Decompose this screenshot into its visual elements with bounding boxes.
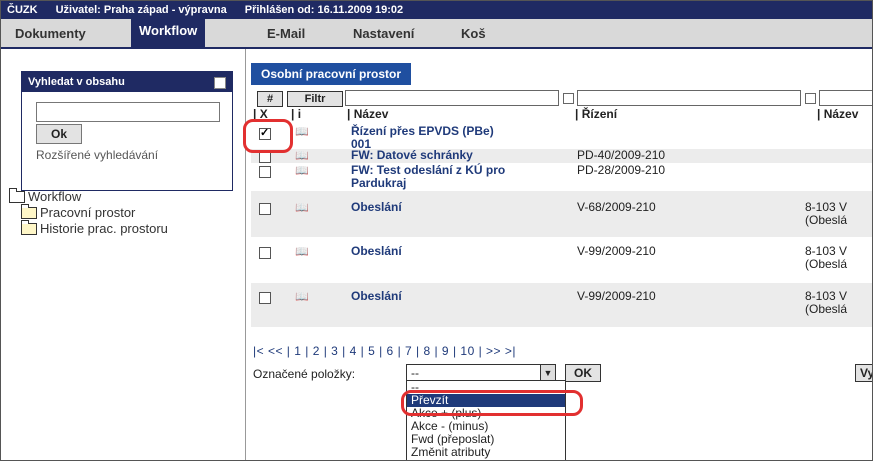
search-panel: Vyhledat v obsahu Ok Rozšířené vyhledává…	[21, 71, 233, 191]
row-nazev2: 8-103 V (Obeslá	[805, 200, 848, 227]
action-ok-button[interactable]: OK	[565, 364, 601, 382]
table-row[interactable]: 📖 Obeslání V-68/2009-210 8-103 V (Obeslá	[251, 191, 872, 237]
tab-osobni-prostor[interactable]: Osobní pracovní prostor	[251, 63, 412, 85]
filter-checkbox[interactable]	[563, 93, 574, 104]
tree-item-workflow[interactable]: Workflow	[9, 188, 168, 205]
search-ok-button[interactable]: Ok	[36, 124, 82, 144]
search-panel-header: Vyhledat v obsahu	[22, 72, 232, 92]
row-rizeni: V-68/2009-210	[577, 200, 656, 214]
search-input[interactable]	[36, 102, 220, 122]
row-name[interactable]: Obeslání	[351, 245, 402, 258]
col-nazev2[interactable]: | Název	[817, 107, 858, 121]
right-action-button[interactable]: Vy	[855, 364, 872, 382]
row-checkbox[interactable]	[259, 126, 271, 140]
row-name[interactable]: Obeslání	[351, 201, 402, 214]
folder-icon	[21, 204, 37, 219]
row-rizeni: PD-28/2009-210	[577, 163, 666, 177]
row-name[interactable]: Obeslání	[351, 290, 402, 303]
table-row[interactable]: 📖 Obeslání V-99/2009-210 8-103 V (Obeslá	[251, 237, 872, 283]
folder-tree: Workflow Pracovní prostor Historie prac.…	[9, 188, 168, 237]
row-rizeni: V-99/2009-210	[577, 244, 656, 258]
table-row[interactable]: 📖 Obeslání V-99/2009-210 8-103 V (Obeslá	[251, 283, 872, 327]
app-window: ČUZK Uživatel: Praha západ - výpravna Př…	[0, 0, 873, 461]
tree-label: Historie prac. prostoru	[40, 221, 168, 236]
book-icon[interactable]: 📖	[295, 245, 311, 258]
book-icon[interactable]: 📖	[295, 164, 311, 177]
app-name: ČUZK	[7, 4, 38, 16]
row-checkbox[interactable]	[259, 166, 271, 178]
main-content: Osobní pracovní prostor # Filtr | X | i …	[247, 49, 872, 460]
table-header: | X | i | Název | Řízení | Název	[251, 107, 872, 123]
filter-button[interactable]: Filtr	[287, 91, 343, 107]
row-nazev2: 8-103 V (Obeslá	[805, 289, 848, 316]
login-time: Přihlášen od: 16.11.2009 19:02	[244, 4, 404, 16]
table-row[interactable]: 📖 Řízení přes EPVDS (PBe)001	[251, 123, 872, 151]
tree-item-historie[interactable]: Historie prac. prostoru	[9, 220, 168, 237]
folder-icon	[21, 220, 37, 235]
row-name[interactable]: FW: Datové schránky	[351, 149, 473, 162]
book-icon[interactable]: 📖	[295, 125, 311, 138]
menu-workflow[interactable]: Workflow	[131, 19, 206, 47]
top-status-bar: ČUZK Uživatel: Praha západ - výpravna Př…	[1, 1, 872, 19]
menu-email[interactable]: E-Mail	[259, 23, 313, 45]
col-x[interactable]: | X	[253, 107, 268, 121]
advanced-search-link[interactable]: Rozšířené vyhledávání	[36, 148, 158, 162]
hash-button[interactable]: #	[257, 91, 283, 107]
tree-label: Workflow	[28, 189, 82, 204]
collapse-icon[interactable]	[214, 77, 226, 89]
tree-item-pracovni-prostor[interactable]: Pracovní prostor	[9, 204, 168, 221]
book-icon[interactable]: 📖	[295, 290, 311, 303]
menu-kos[interactable]: Koš	[453, 23, 494, 45]
search-panel-title: Vyhledat v obsahu	[28, 76, 125, 88]
row-name[interactable]: FW: Test odeslání z KÚ pro Pardukraj	[351, 164, 505, 190]
table-row[interactable]: 📖 FW: Test odeslání z KÚ pro Pardukraj PD…	[251, 163, 872, 191]
menu-dokumenty[interactable]: Dokumenty	[7, 23, 94, 45]
row-rizeni: V-99/2009-210	[577, 289, 656, 303]
filter-checkbox[interactable]	[805, 93, 816, 104]
row-rizeni: PD-40/2009-210	[577, 148, 666, 162]
filter-rizeni-input[interactable]	[577, 90, 801, 106]
main-menu: Dokumenty Workflow E-Mail Nastavení Koš	[1, 19, 872, 49]
pagination[interactable]: |< << | 1 | 2 | 3 | 4 | 5 | 6 | 7 | 8 | …	[253, 344, 516, 358]
chevron-down-icon[interactable]: ▼	[540, 365, 555, 381]
table-row[interactable]: 📖 FW: Datové schránky PD-40/2009-210	[251, 148, 872, 163]
filter-name-input[interactable]	[345, 90, 559, 106]
book-icon[interactable]: 📖	[295, 201, 311, 214]
col-rizeni[interactable]: | Řízení	[575, 107, 617, 121]
row-checkbox[interactable]	[259, 292, 271, 304]
action-select-value: --	[411, 366, 419, 380]
dropdown-option[interactable]: Změnit atributy	[407, 446, 565, 459]
row-checkbox[interactable]	[259, 151, 271, 163]
col-i[interactable]: | i	[291, 107, 301, 121]
tree-label: Pracovní prostor	[40, 205, 136, 220]
marked-items-label: Označené položky:	[253, 367, 356, 381]
menu-nastaveni[interactable]: Nastavení	[345, 23, 422, 45]
user-label: Uživatel: Praha západ - výpravna	[55, 4, 227, 16]
filter-nazev-input[interactable]	[819, 90, 872, 106]
col-nazev[interactable]: | Název	[347, 107, 388, 121]
row-checkbox[interactable]	[259, 203, 271, 215]
book-icon[interactable]: 📖	[295, 149, 311, 162]
row-checkbox[interactable]	[259, 247, 271, 259]
row-nazev2: 8-103 V (Obeslá	[805, 244, 848, 271]
sidebar: Vyhledat v obsahu Ok Rozšířené vyhledává…	[1, 49, 246, 460]
folder-icon	[9, 188, 25, 203]
action-dropdown-list: -- Převzít Akce + (plus) Akce - (minus) …	[406, 380, 566, 460]
